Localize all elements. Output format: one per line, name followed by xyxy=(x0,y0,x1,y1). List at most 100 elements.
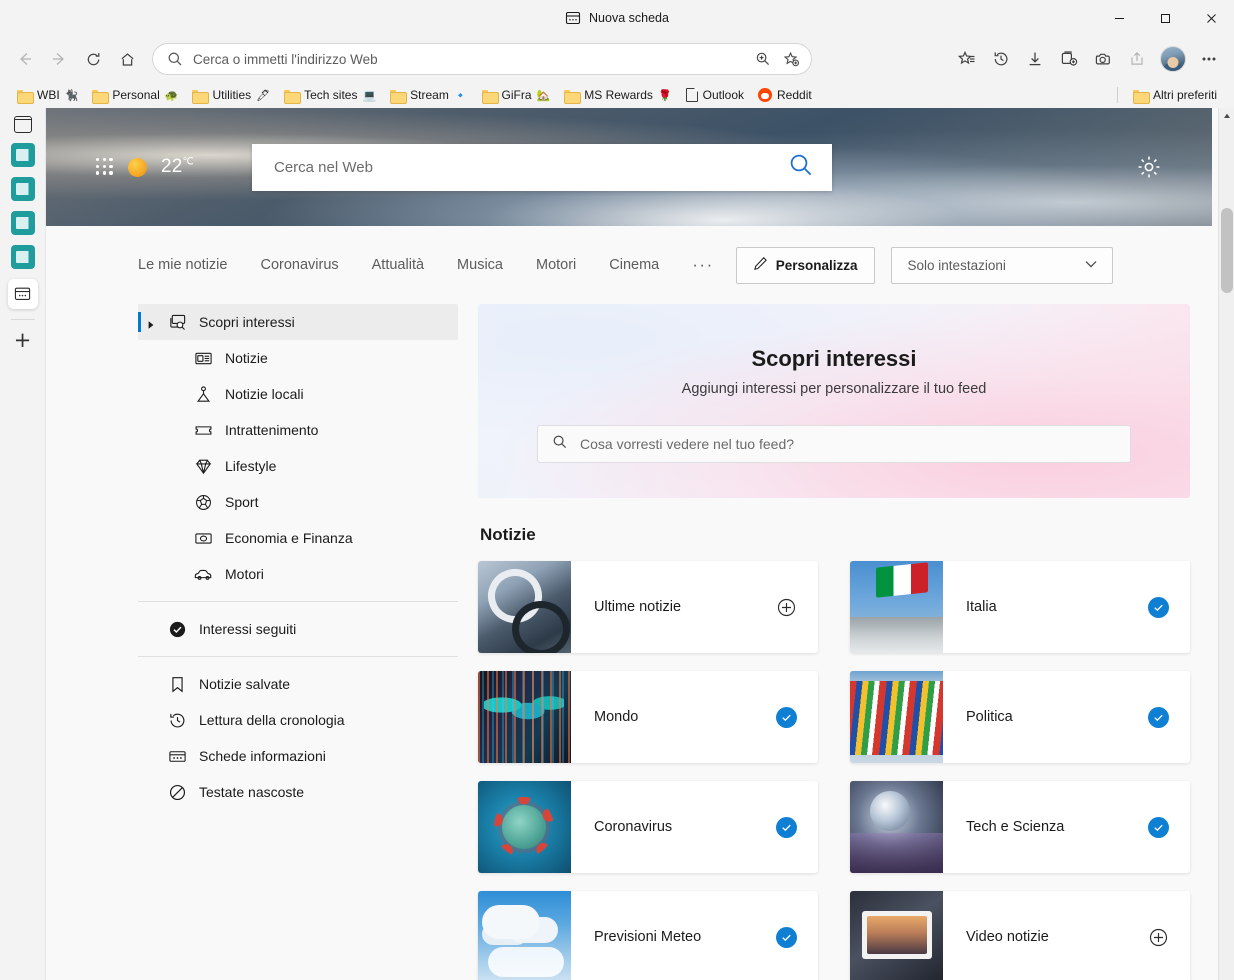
interest-card[interactable]: Politica xyxy=(850,671,1190,763)
interest-card[interactable]: Ultime notizie xyxy=(478,561,818,653)
card-label: Video notizie xyxy=(966,929,1049,945)
check-circle-icon[interactable] xyxy=(776,816,797,838)
interests-search-box[interactable]: Cosa vorresti vedere nel tuo feed? xyxy=(537,425,1131,463)
sidebar-item-label: Lettura della cronologia xyxy=(199,712,345,728)
sidebar-item-interessi-seguiti[interactable]: Interessi seguiti xyxy=(138,611,458,647)
app-grid-icon[interactable] xyxy=(96,158,114,176)
maximize-button[interactable] xyxy=(1142,0,1188,36)
minimize-button[interactable] xyxy=(1096,0,1142,36)
profile-avatar[interactable] xyxy=(1160,46,1186,72)
sidebar-item-notizie[interactable]: Notizie xyxy=(138,340,458,376)
search-icon[interactable] xyxy=(788,152,814,183)
downloads-icon[interactable] xyxy=(1018,43,1052,75)
feed-tab-coronavirus[interactable]: Coronavirus xyxy=(260,257,338,273)
sidebar-item-testate-nascoste[interactable]: Testate nascoste xyxy=(138,774,458,810)
sidebar-item-economia-e-finanza[interactable]: Economia e Finanza xyxy=(138,520,458,556)
local-news-icon xyxy=(194,385,213,404)
feed-tab-musica[interactable]: Musica xyxy=(457,257,503,273)
web-capture-icon[interactable] xyxy=(1086,43,1120,75)
bookmark-item[interactable]: GiFra 🏡 xyxy=(475,84,558,106)
bookmark-item[interactable]: WBI 🐈‍⬛ xyxy=(10,84,85,106)
zoom-in-icon[interactable] xyxy=(749,46,777,72)
bookmark-item[interactable]: Stream 🔹 xyxy=(383,84,474,106)
reddit-icon xyxy=(758,88,772,102)
close-button[interactable] xyxy=(1188,0,1234,36)
check-circle-icon[interactable] xyxy=(1148,706,1169,728)
more-options-icon[interactable] xyxy=(1192,43,1226,75)
web-search-input[interactable]: Cerca nel Web xyxy=(274,159,788,176)
scroll-up-arrow[interactable] xyxy=(1219,108,1234,124)
share-icon[interactable] xyxy=(1120,43,1154,75)
vertical-tab-3[interactable] xyxy=(10,211,35,235)
feed-tab-motori[interactable]: Motori xyxy=(536,257,576,273)
tab-actions-icon[interactable] xyxy=(13,116,32,133)
interest-card[interactable]: Video notizie xyxy=(850,891,1190,980)
check-circle-icon[interactable] xyxy=(1148,816,1169,838)
interests-search-input[interactable]: Cosa vorresti vedere nel tuo feed? xyxy=(580,436,794,452)
sidebar-item-lettura-della-cronologia[interactable]: Lettura della cronologia xyxy=(138,702,458,738)
interest-card[interactable]: Mondo xyxy=(478,671,818,763)
interest-card[interactable]: Italia xyxy=(850,561,1190,653)
bookmark-item[interactable]: Personal 🐢 xyxy=(85,84,185,106)
weather-temperature[interactable]: 22℃ xyxy=(161,156,194,178)
page-scrollbar[interactable] xyxy=(1218,108,1234,980)
feed-tab-attualita[interactable]: Attualità xyxy=(372,257,424,273)
vertical-tab-4[interactable] xyxy=(10,245,35,269)
interest-card[interactable]: Previsioni Meteo xyxy=(478,891,818,980)
personalize-button[interactable]: Personalizza xyxy=(735,246,875,284)
home-icon[interactable] xyxy=(110,43,144,75)
layout-select[interactable]: Solo intestazioni xyxy=(890,246,1113,284)
sidebar-item-notizie-locali[interactable]: Notizie locali xyxy=(138,376,458,412)
sidebar-item-sport[interactable]: Sport xyxy=(138,484,458,520)
browser-tab-new-tab[interactable]: Nuova scheda xyxy=(565,10,669,26)
card-label: Tech e Scienza xyxy=(966,819,1065,835)
vertical-tab-2[interactable] xyxy=(10,177,35,201)
favorites-list-icon[interactable] xyxy=(950,43,984,75)
sidebar-item-label: Intrattenimento xyxy=(225,422,319,438)
check-circle-icon[interactable] xyxy=(1148,596,1169,618)
sidebar-item-schede-informazioni[interactable]: Schede informazioni xyxy=(138,738,458,774)
add-favorite-icon[interactable] xyxy=(777,46,805,72)
bookmark-item[interactable]: Reddit xyxy=(751,84,819,106)
collections-icon[interactable] xyxy=(1052,43,1086,75)
other-favorites-folder[interactable]: Altri preferiti xyxy=(1126,84,1224,106)
vertical-tab-active[interactable] xyxy=(7,279,38,309)
feed-tab-cinema[interactable]: Cinema xyxy=(609,257,659,273)
scrollbar-thumb[interactable] xyxy=(1221,208,1233,293)
bookmark-item[interactable]: MS Rewards 🌹 xyxy=(557,84,678,106)
sidebar-item-lifestyle[interactable]: Lifestyle xyxy=(138,448,458,484)
sidebar-item-motori[interactable]: Motori xyxy=(138,556,458,592)
feed-tab-le-mie-notizie[interactable]: Le mie notizie xyxy=(138,257,227,273)
sidebar-item-notizie-salvate[interactable]: Notizie salvate xyxy=(138,666,458,702)
sidebar-item-label: Sport xyxy=(225,494,259,510)
check-circle-icon[interactable] xyxy=(776,926,797,948)
plus-circle-icon[interactable] xyxy=(1148,927,1169,948)
expand-caret-icon[interactable] xyxy=(146,317,156,329)
card-thumbnail xyxy=(478,781,571,873)
rail-divider xyxy=(10,319,35,320)
bookmark-emoji: 💻 xyxy=(362,88,377,102)
add-tab-button[interactable]: + xyxy=(14,330,32,351)
forward-arrow-icon[interactable] xyxy=(42,43,76,75)
sidebar-item-scopri-interessi[interactable]: Scopri interessi xyxy=(138,304,458,340)
back-arrow-icon[interactable] xyxy=(8,43,42,75)
bookmark-item[interactable]: Utilities 🖊 xyxy=(185,84,277,106)
plus-circle-icon[interactable] xyxy=(776,597,797,618)
vertical-tab-1[interactable] xyxy=(10,143,35,167)
feed-tabs-more-icon[interactable]: ··· xyxy=(692,255,713,275)
bookmark-item[interactable]: Outlook xyxy=(679,84,751,106)
section-title: Notizie xyxy=(480,525,536,544)
check-circle-icon[interactable] xyxy=(776,706,797,728)
web-search-box[interactable]: Cerca nel Web xyxy=(251,143,832,191)
history-icon[interactable] xyxy=(984,43,1018,75)
personalize-label: Personalizza xyxy=(775,257,858,273)
interest-card[interactable]: Tech e Scienza xyxy=(850,781,1190,873)
sidebar-item-intrattenimento[interactable]: Intrattenimento xyxy=(138,412,458,448)
temperature-value: 22 xyxy=(161,156,183,177)
bookmark-item[interactable]: Tech sites 💻 xyxy=(277,84,383,106)
address-input[interactable]: Cerca o immetti l'indirizzo Web xyxy=(193,52,749,67)
address-bar[interactable]: Cerca o immetti l'indirizzo Web xyxy=(152,43,812,75)
refresh-icon[interactable] xyxy=(76,43,110,75)
interest-card[interactable]: Coronavirus xyxy=(478,781,818,873)
gear-icon[interactable] xyxy=(1136,154,1162,180)
